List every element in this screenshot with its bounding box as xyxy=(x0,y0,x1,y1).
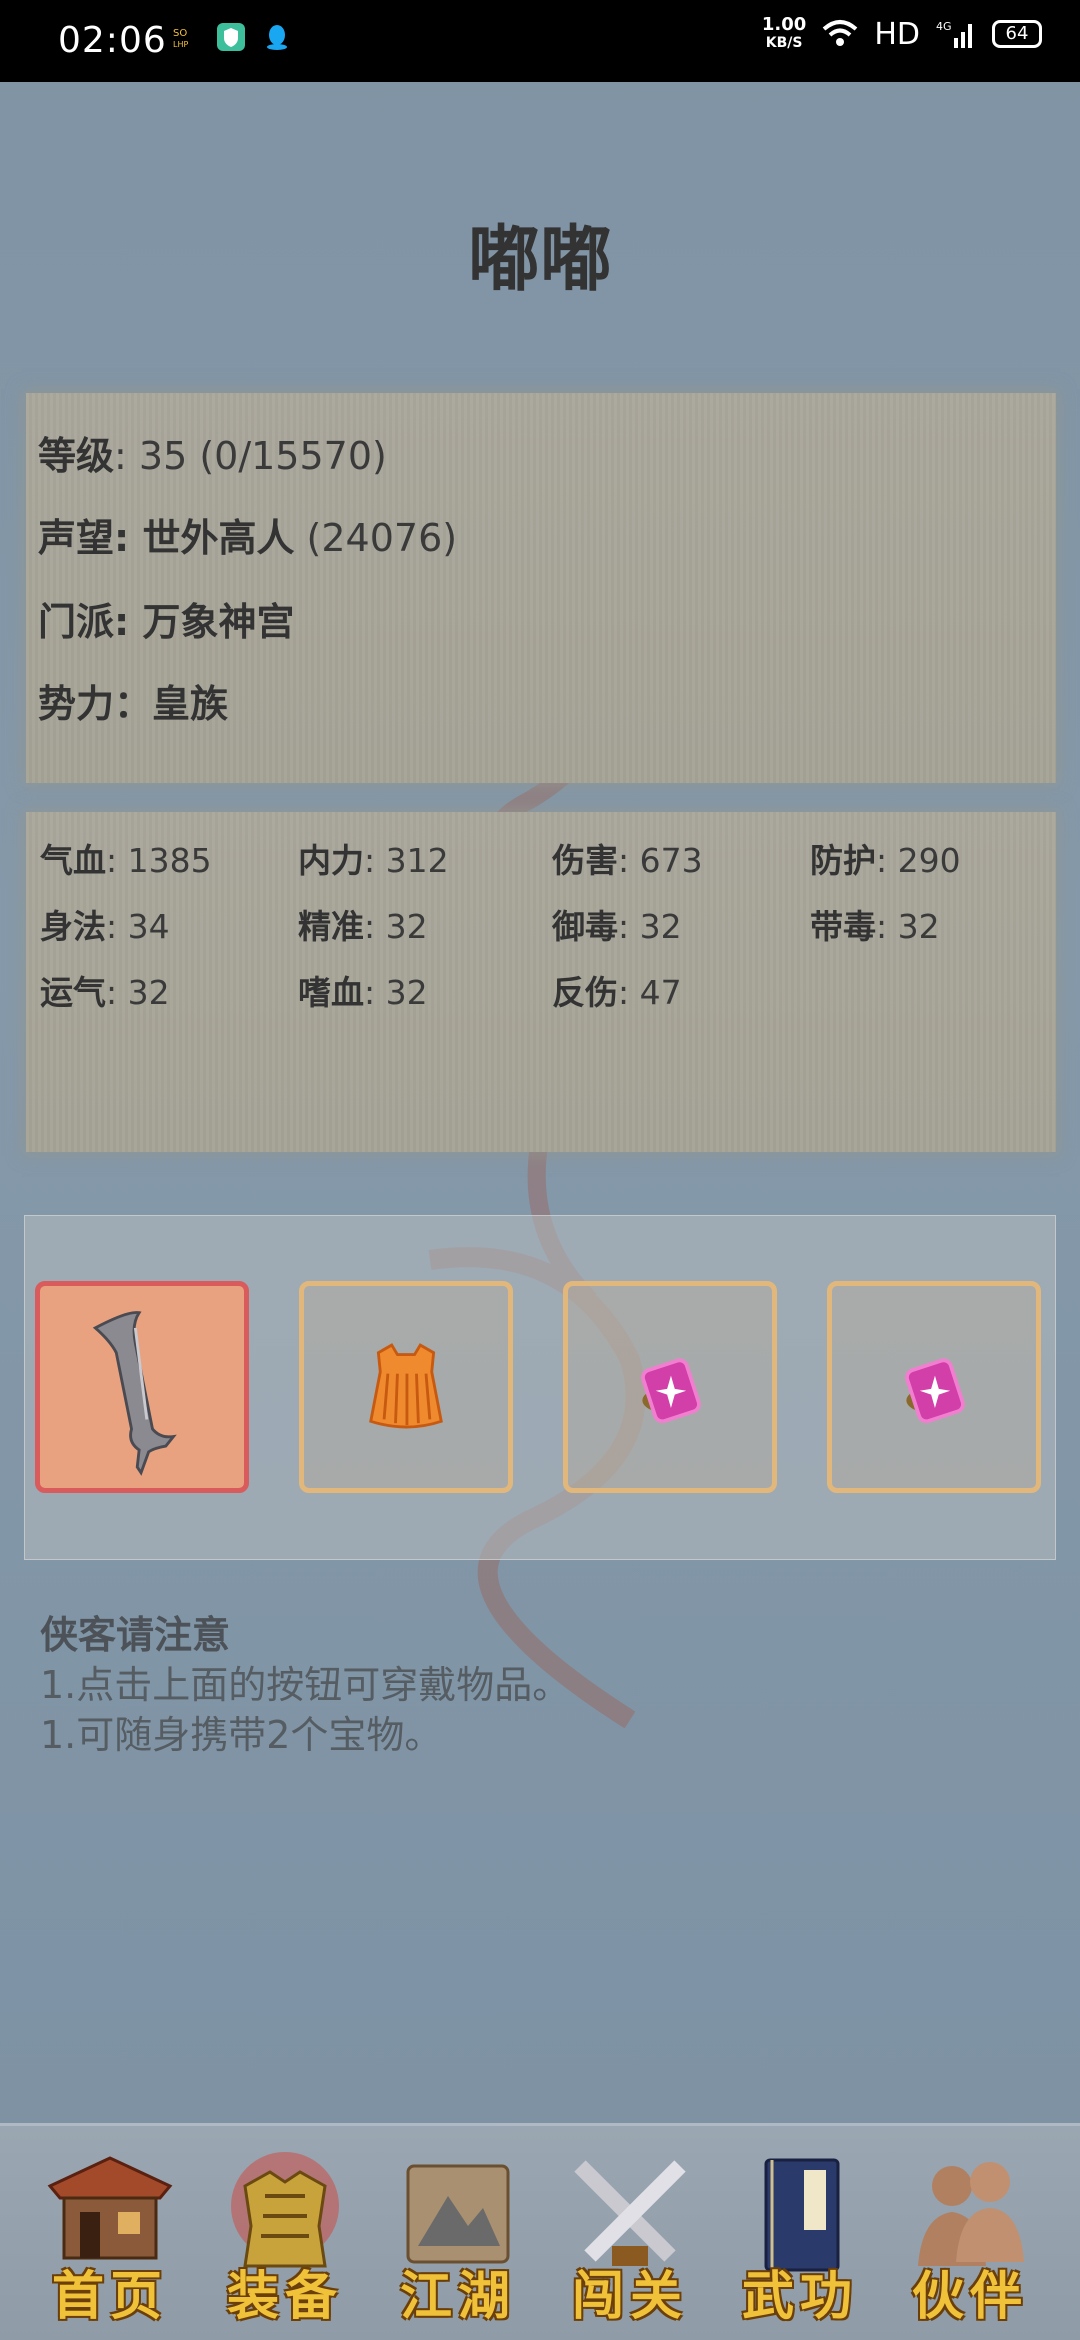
fame-label: 声望 xyxy=(38,516,115,560)
faction-row: 势力：皇族 xyxy=(38,673,228,728)
equip-slot-weapon[interactable] xyxy=(35,1281,249,1493)
stat-label: 嗜血 xyxy=(298,973,364,1012)
stat-label: 反伤 xyxy=(552,973,618,1012)
speed-value: 1.00 xyxy=(761,14,807,35)
stat-internal-power: 内力: 312 xyxy=(298,834,449,882)
armor-icon xyxy=(369,1343,443,1429)
equip-slot-armor[interactable] xyxy=(299,1281,513,1493)
status-time: 02:06 xyxy=(58,20,167,61)
stat-value: : 47 xyxy=(618,973,682,1012)
speed-unit: KB/S xyxy=(765,35,803,51)
stat-damage: 伤害: 673 xyxy=(552,834,703,882)
nav-label: 伙伴 xyxy=(911,2266,1028,2327)
fame-value: (24076) xyxy=(294,516,458,560)
nav-challenge[interactable]: 闯关 xyxy=(550,2146,710,2327)
faction-value: ：皇族 xyxy=(114,682,229,726)
equipment-panel xyxy=(24,1215,1056,1560)
nav-partners[interactable]: 伙伴 xyxy=(890,2146,1050,2327)
svg-text:4G: 4G xyxy=(936,20,952,33)
notice-line-2: 1.可随身携带2个宝物。 xyxy=(40,1713,443,1757)
stat-label: 气血 xyxy=(40,841,106,880)
status-right: 1.00 KB/S HD 4G 64 xyxy=(762,16,1042,52)
svg-text:LHP: LHP xyxy=(173,40,188,49)
gem-icon xyxy=(641,1358,701,1424)
level-row: 等级: 35 (0/15570) xyxy=(38,425,387,480)
notification-icons: SO LHP xyxy=(170,22,292,52)
equip-slot-treasure-2[interactable] xyxy=(827,1281,1041,1493)
faction-label: 势力 xyxy=(38,682,115,726)
stat-label: 内力 xyxy=(298,841,364,880)
nav-label: 武功 xyxy=(741,2266,858,2327)
nav-label: 闯关 xyxy=(571,2266,688,2327)
notice-block: 侠客请注意 1.点击上面的按钮可穿戴物品。 1.可随身携带2个宝物。 xyxy=(40,1610,570,1760)
soul-app-icon: SOLHP xyxy=(173,28,188,49)
notice-title: 侠客请注意 xyxy=(40,1613,231,1657)
battery-indicator: 64 xyxy=(992,20,1042,48)
stat-label: 精准 xyxy=(298,907,364,946)
stat-label: 运气 xyxy=(40,973,106,1012)
stat-value: : 1385 xyxy=(106,841,212,880)
fame-title: : 世外高人 xyxy=(114,516,295,560)
nav-world[interactable]: 江湖 xyxy=(378,2146,538,2327)
stat-accuracy: 精准: 32 xyxy=(298,900,428,948)
stat-value: : 32 xyxy=(618,907,682,946)
nav-martial-arts[interactable]: 武功 xyxy=(720,2146,880,2327)
stat-label: 伤害 xyxy=(552,841,618,880)
qq-icon xyxy=(267,25,287,50)
stat-label: 身法 xyxy=(40,907,106,946)
character-name: 嘟嘟 xyxy=(467,216,612,301)
level-label: 等级 xyxy=(38,434,115,478)
wifi-icon xyxy=(823,20,858,46)
bottom-nav: 首页 装备 江湖 闯关 武功 伙伴 xyxy=(0,2123,1080,2340)
stat-agility: 身法: 34 xyxy=(40,900,170,948)
stat-value: : 290 xyxy=(876,841,961,880)
gem-icon xyxy=(905,1358,965,1424)
sect-label: 门派 xyxy=(38,600,115,644)
stat-reflect: 反伤: 47 xyxy=(552,966,682,1014)
character-info-panel: 等级: 35 (0/15570) 声望: 世外高人 (24076) 门派: 万象… xyxy=(26,393,1056,783)
network-speed: 1.00 KB/S xyxy=(762,16,806,52)
stat-luck: 运气: 32 xyxy=(40,966,170,1014)
stat-value: : 34 xyxy=(106,907,170,946)
stat-label: 防护 xyxy=(810,841,876,880)
signal-icon: 4G xyxy=(936,20,972,48)
nav-home[interactable]: 首页 xyxy=(30,2146,190,2327)
equip-slot-treasure-1[interactable] xyxy=(563,1281,777,1493)
sword-icon xyxy=(92,1311,177,1476)
status-bar: 02:06 SO LHP 1.00 KB/S HD 4G 64 xyxy=(0,0,1080,82)
nav-label: 首页 xyxy=(51,2266,168,2327)
sect-value: : 万象神宫 xyxy=(114,600,295,644)
stat-poison-resist: 御毒: 32 xyxy=(552,900,682,948)
stat-poison: 带毒: 32 xyxy=(810,900,940,948)
stat-label: 御毒 xyxy=(552,907,618,946)
stat-bloodthirst: 嗜血: 32 xyxy=(298,966,428,1014)
stat-value: : 673 xyxy=(618,841,703,880)
stat-hp: 气血: 1385 xyxy=(40,834,212,882)
stat-value: : 32 xyxy=(876,907,940,946)
nav-equipment[interactable]: 装备 xyxy=(205,2146,365,2327)
attributes-panel: 气血: 1385 内力: 312 伤害: 673 防护: 290 身法: 34 … xyxy=(26,812,1056,1152)
stat-value: : 32 xyxy=(364,973,428,1012)
sect-row: 门派: 万象神宫 xyxy=(38,591,294,646)
svg-text:SO: SO xyxy=(173,28,187,39)
nav-label: 装备 xyxy=(226,2266,343,2327)
stat-label: 带毒 xyxy=(810,907,876,946)
fame-row: 声望: 世外高人 (24076) xyxy=(38,507,457,562)
hd-indicator: HD xyxy=(874,16,920,52)
notice-line-1: 1.点击上面的按钮可穿戴物品。 xyxy=(40,1663,571,1707)
stat-defense: 防护: 290 xyxy=(810,834,961,882)
shield-app-icon xyxy=(217,23,245,51)
nav-label: 江湖 xyxy=(399,2266,516,2327)
stat-value: : 32 xyxy=(106,973,170,1012)
stat-value: : 312 xyxy=(364,841,449,880)
level-value: : 35 (0/15570) xyxy=(114,434,387,478)
stat-value: : 32 xyxy=(364,907,428,946)
